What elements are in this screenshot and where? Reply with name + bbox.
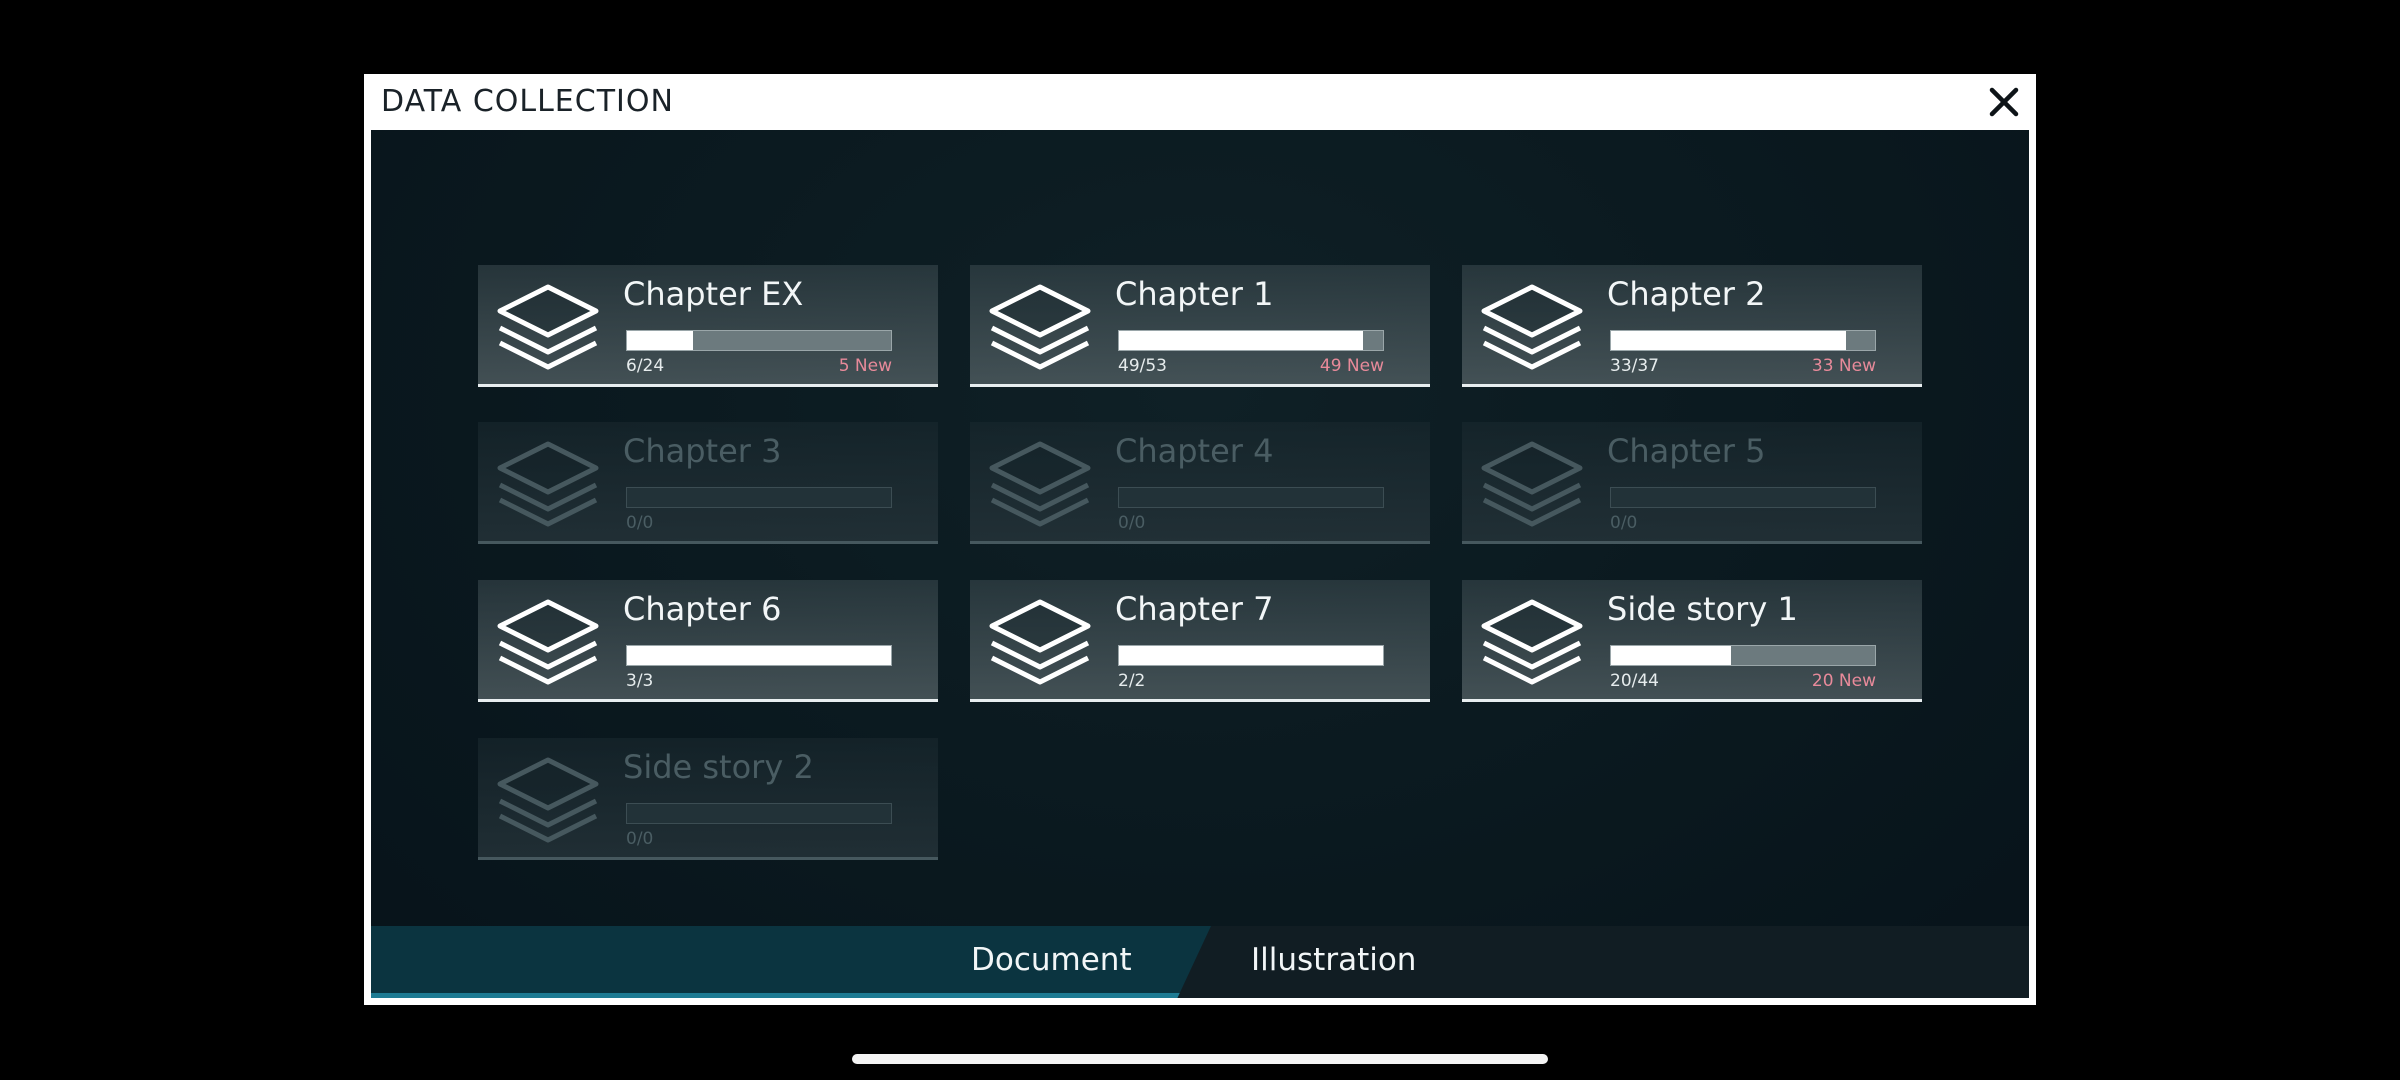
close-button[interactable] xyxy=(1982,80,2026,124)
active-tab-underline xyxy=(371,993,1211,998)
progress-bar xyxy=(626,803,892,824)
progress-fill xyxy=(1119,646,1383,665)
chapter-name: Chapter 7 xyxy=(1115,590,1274,628)
layers-icon xyxy=(496,430,600,536)
progress-count: 0/0 xyxy=(1118,513,1146,533)
chapter-card[interactable]: Chapter 2 33/37 33 New xyxy=(1462,265,1922,387)
modal-content: Chapter EX 6/24 5 New Chapter 1 49/53 49 New C… xyxy=(371,130,2029,998)
progress-bar xyxy=(1610,645,1876,666)
progress-fill xyxy=(627,331,693,350)
tab-bar: Document Illustration xyxy=(371,926,2029,998)
modal-title: DATA COLLECTION xyxy=(381,84,674,119)
chapter-name: Chapter 4 xyxy=(1115,432,1274,470)
new-count-badge: 33 New xyxy=(1811,356,1876,376)
progress-fill xyxy=(1611,646,1731,665)
data-collection-modal: DATA COLLECTION Chapter EX 6/24 5 New Chapt… xyxy=(364,74,2036,1005)
layers-icon xyxy=(496,588,600,694)
layers-icon xyxy=(1480,430,1584,536)
progress-fill xyxy=(627,646,891,665)
layers-icon xyxy=(1480,273,1584,379)
close-icon xyxy=(1989,87,2019,117)
chapter-name: Chapter 5 xyxy=(1607,432,1766,470)
chapter-card[interactable]: Chapter 4 0/0 xyxy=(970,422,1430,544)
progress-count: 0/0 xyxy=(626,513,654,533)
progress-bar xyxy=(626,487,892,508)
progress-bar xyxy=(1610,330,1876,351)
chapter-grid: Chapter EX 6/24 5 New Chapter 1 49/53 49 New C… xyxy=(371,130,2029,998)
layers-icon xyxy=(496,273,600,379)
progress-count: 6/24 xyxy=(626,356,665,376)
layers-icon xyxy=(1480,588,1584,694)
chapter-card[interactable]: Side story 1 20/44 20 New xyxy=(1462,580,1922,702)
tab-illustration[interactable]: Illustration xyxy=(1211,926,1731,998)
progress-bar xyxy=(1118,487,1384,508)
tab-illustration-label: Illustration xyxy=(1251,942,1417,978)
new-count-badge: 20 New xyxy=(1811,671,1876,691)
progress-count: 3/3 xyxy=(626,671,654,691)
chapter-name: Chapter EX xyxy=(623,275,804,313)
progress-bar xyxy=(626,330,892,351)
layers-icon xyxy=(988,588,1092,694)
layers-icon xyxy=(988,273,1092,379)
layers-icon xyxy=(496,746,600,852)
tab-document[interactable]: Document xyxy=(371,926,1211,998)
chapter-card[interactable]: Chapter 1 49/53 49 New xyxy=(970,265,1430,387)
progress-count: 2/2 xyxy=(1118,671,1146,691)
progress-bar xyxy=(626,645,892,666)
modal-titlebar: DATA COLLECTION xyxy=(364,74,2036,130)
chapter-name: Side story 1 xyxy=(1607,590,1798,628)
chapter-name: Chapter 1 xyxy=(1115,275,1274,313)
progress-bar xyxy=(1610,487,1876,508)
chapter-name: Chapter 3 xyxy=(623,432,782,470)
tab-document-label: Document xyxy=(971,942,1132,978)
chapter-name: Chapter 6 xyxy=(623,590,782,628)
progress-fill xyxy=(1611,331,1847,350)
chapter-card[interactable]: Chapter EX 6/24 5 New xyxy=(478,265,938,387)
progress-count: 20/44 xyxy=(1610,671,1659,691)
progress-bar xyxy=(1118,645,1384,666)
chapter-card[interactable]: Chapter 5 0/0 xyxy=(1462,422,1922,544)
chapter-name: Chapter 2 xyxy=(1607,275,1766,313)
progress-count: 0/0 xyxy=(626,829,654,849)
layers-icon xyxy=(988,430,1092,536)
new-count-badge: 5 New xyxy=(838,356,892,376)
progress-fill xyxy=(1119,331,1364,350)
chapter-card[interactable]: Side story 2 0/0 xyxy=(478,738,938,860)
progress-count: 49/53 xyxy=(1118,356,1167,376)
chapter-card[interactable]: Chapter 7 2/2 xyxy=(970,580,1430,702)
progress-count: 33/37 xyxy=(1610,356,1659,376)
progress-count: 0/0 xyxy=(1610,513,1638,533)
chapter-card[interactable]: Chapter 6 3/3 xyxy=(478,580,938,702)
new-count-badge: 49 New xyxy=(1319,356,1384,376)
chapter-name: Side story 2 xyxy=(623,748,814,786)
progress-bar xyxy=(1118,330,1384,351)
chapter-card[interactable]: Chapter 3 0/0 xyxy=(478,422,938,544)
home-indicator xyxy=(852,1054,1548,1064)
